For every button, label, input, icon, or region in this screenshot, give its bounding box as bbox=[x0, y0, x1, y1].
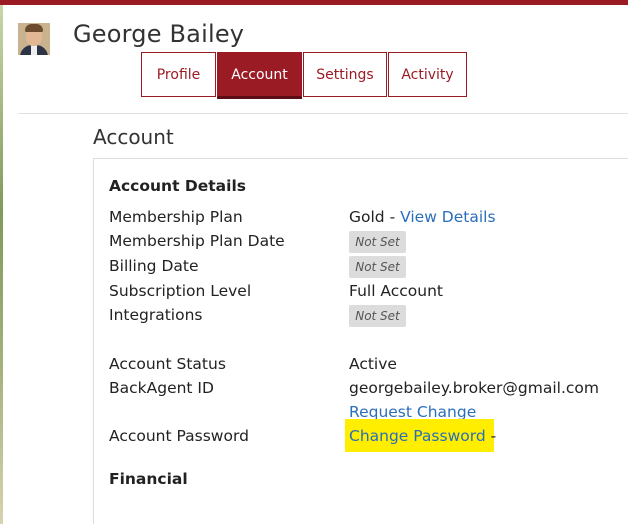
backagent-id-label: BackAgent ID bbox=[109, 379, 214, 397]
user-name: George Bailey bbox=[73, 20, 245, 48]
divider bbox=[18, 113, 628, 114]
subscription-level-label: Subscription Level bbox=[109, 282, 252, 300]
billing-date-label: Billing Date bbox=[109, 257, 199, 275]
section-title: Account bbox=[93, 125, 174, 149]
top-accent-bar bbox=[0, 0, 628, 5]
membership-plan-date-label: Membership Plan Date bbox=[109, 232, 285, 250]
account-password-label: Account Password bbox=[109, 427, 249, 445]
billing-date-badge: Not Set bbox=[349, 256, 406, 278]
tab-profile[interactable]: Profile bbox=[141, 52, 216, 97]
membership-plan-date-badge: Not Set bbox=[349, 231, 406, 253]
subscription-level-value: Full Account bbox=[349, 282, 444, 300]
avatar bbox=[18, 23, 50, 55]
membership-plan-label: Membership Plan bbox=[109, 208, 243, 226]
tab-settings[interactable]: Settings bbox=[303, 52, 387, 97]
tab-activity[interactable]: Activity bbox=[388, 52, 467, 97]
account-password-value: Change Password - bbox=[349, 427, 496, 445]
change-password-suffix: - bbox=[485, 427, 497, 445]
integrations-badge: Not Set bbox=[349, 305, 406, 327]
membership-plan-value: Gold - View Details bbox=[349, 208, 496, 226]
tab-account[interactable]: Account bbox=[217, 52, 302, 99]
background-edge bbox=[0, 5, 3, 524]
view-details-link[interactable]: View Details bbox=[400, 208, 495, 226]
membership-plan-text: Gold - bbox=[349, 208, 401, 226]
backagent-id-value: georgebailey.broker@gmail.com bbox=[349, 379, 599, 397]
integrations-label: Integrations bbox=[109, 306, 203, 324]
change-password-link[interactable]: Change Password bbox=[349, 427, 486, 445]
account-status-label: Account Status bbox=[109, 355, 226, 373]
account-details-heading: Account Details bbox=[109, 177, 246, 195]
financial-heading: Financial bbox=[109, 470, 188, 488]
account-status-value: Active bbox=[349, 355, 397, 373]
